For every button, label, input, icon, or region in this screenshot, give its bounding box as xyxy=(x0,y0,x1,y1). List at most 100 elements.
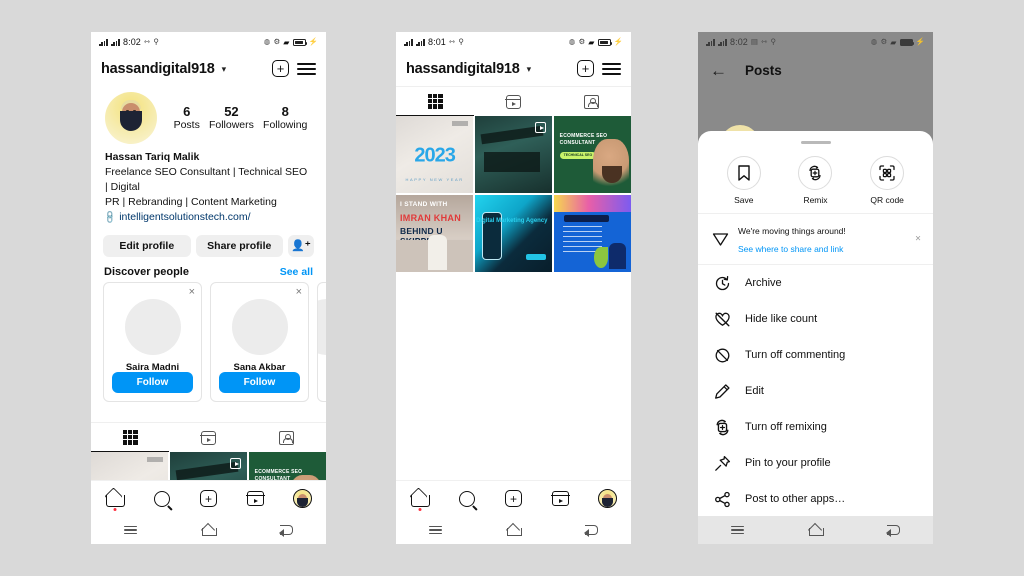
battery-icon xyxy=(597,38,613,46)
stat-followers[interactable]: 52 Followers xyxy=(209,104,254,132)
avatar-icon xyxy=(598,489,617,508)
back-arrow-icon[interactable]: ← xyxy=(710,62,727,79)
nav-search[interactable] xyxy=(457,489,477,509)
home-outline-icon[interactable] xyxy=(808,525,824,536)
post-thumbnail[interactable]: ECOMMERCE SEO CONSULTANT TECHNICAL SEO xyxy=(553,116,631,194)
posts-header: ← Posts xyxy=(698,52,933,88)
profile-tabs xyxy=(91,422,326,452)
post-thumbnail[interactable] xyxy=(474,116,553,194)
quick-action-save[interactable]: Save xyxy=(726,156,761,205)
hamburger-icon[interactable] xyxy=(297,62,316,76)
signal-bars-icon xyxy=(99,38,108,46)
menu-item-post-to-other-apps[interactable]: Post to other apps… xyxy=(698,481,933,517)
nav-profile[interactable] xyxy=(293,489,313,509)
create-post-button[interactable]: + xyxy=(272,59,291,79)
stat-posts[interactable]: 6 Posts xyxy=(174,104,200,132)
post-thumbnail[interactable]: Digital Marketing Agency xyxy=(474,194,553,273)
tab-tagged[interactable] xyxy=(248,423,326,452)
tab-reels[interactable] xyxy=(474,87,552,116)
plus-box-icon: + xyxy=(272,59,289,77)
menu-item-hide-like-count[interactable]: Hide like count xyxy=(698,301,933,337)
post-thumbnail[interactable] xyxy=(553,194,631,273)
display-name: Hassan Tariq Malik xyxy=(105,151,200,163)
app-header: hassandigital918 ▾ + xyxy=(396,52,631,86)
qr-code-icon xyxy=(870,156,905,190)
system-navigation-bar xyxy=(698,516,933,544)
status-bar: 8:02 ⇿ ⚲ ◍ ⚙ ▰ ⚡ xyxy=(91,32,326,52)
hamburger-icon[interactable] xyxy=(602,62,621,76)
avatar[interactable] xyxy=(105,92,157,144)
nav-reels[interactable] xyxy=(246,489,266,509)
tab-tagged[interactable] xyxy=(553,87,631,116)
battery-icon xyxy=(899,38,915,46)
profile-website-link[interactable]: 🔗 intelligentsolutionstech.com/ xyxy=(103,210,312,226)
post-thumbnail[interactable] xyxy=(169,452,248,480)
profile-username[interactable]: hassandigital918 xyxy=(101,61,215,77)
grid-icon xyxy=(122,429,138,445)
list-item[interactable]: × Saira Madni Follows you Follow xyxy=(103,281,202,402)
menu-item-label: Archive xyxy=(745,277,782,289)
list-item[interactable]: × Sana Akbar Follows you Follow xyxy=(210,281,309,402)
recents-icon[interactable] xyxy=(123,525,137,535)
post-thumbnail[interactable]: I STAND WITH IMRAN KHAN BEHIND U SKIPPER xyxy=(396,194,474,273)
recents-icon[interactable] xyxy=(730,525,744,535)
following-label: Following xyxy=(263,119,308,132)
plus-box-icon: + xyxy=(577,59,594,77)
nav-search[interactable] xyxy=(152,489,172,509)
stat-following[interactable]: 8 Following xyxy=(263,103,308,132)
share-link-banner[interactable]: We're moving things around! See where to… xyxy=(698,213,933,265)
recents-icon[interactable] xyxy=(428,525,442,535)
tagged-icon xyxy=(279,430,295,445)
alarm-icon: ⚲ xyxy=(770,37,777,47)
menu-item-edit[interactable]: Edit xyxy=(698,373,933,409)
close-icon[interactable]: × xyxy=(915,234,921,245)
menu-item-archive[interactable]: Archive xyxy=(698,265,933,301)
nav-create[interactable]: + xyxy=(199,489,219,509)
post-thumbnail[interactable]: ECOMMERCE SEO CONSULTANT TECHNICAL SEO xyxy=(248,452,326,480)
back-arrow-icon[interactable] xyxy=(886,525,901,537)
banner-line-2[interactable]: See where to share and link xyxy=(738,244,843,254)
back-arrow-icon[interactable] xyxy=(584,525,599,537)
list-item[interactable] xyxy=(317,281,326,402)
menu-item-turn-off-remixing[interactable]: Turn off remixing xyxy=(698,409,933,445)
chevron-down-icon[interactable]: ▾ xyxy=(222,64,227,75)
reels-icon xyxy=(551,491,570,506)
nav-create[interactable]: + xyxy=(504,489,524,509)
back-arrow-icon[interactable] xyxy=(279,525,294,537)
follow-button[interactable]: Follow xyxy=(112,371,193,393)
wifi-icon: ▰ xyxy=(283,37,290,47)
see-all-link[interactable]: See all xyxy=(280,266,313,278)
status-bar: 8:01 ⇿ ⚲ ◍ ⚙ ▰ ⚡ xyxy=(396,32,631,52)
reels-icon xyxy=(505,94,522,109)
home-outline-icon[interactable] xyxy=(201,525,217,536)
add-person-icon[interactable]: 👤⁺ xyxy=(288,234,314,257)
discover-people-carousel[interactable]: × Saira Madni Follows you Follow × Sana … xyxy=(91,281,326,402)
nav-reels[interactable] xyxy=(551,489,571,509)
following-count: 8 xyxy=(281,103,289,119)
quick-action-qr[interactable]: QR code xyxy=(870,156,905,205)
close-icon[interactable]: × xyxy=(296,286,302,298)
create-post-button[interactable]: + xyxy=(577,59,596,79)
post-thumbnail[interactable]: 2023 xyxy=(91,452,169,480)
quick-action-label: Remix xyxy=(803,195,828,205)
profile-username[interactable]: hassandigital918 xyxy=(406,61,520,77)
close-icon[interactable]: × xyxy=(189,286,195,298)
pin-icon xyxy=(713,454,731,472)
chevron-down-icon[interactable]: ▾ xyxy=(527,64,532,75)
tab-grid[interactable] xyxy=(396,87,475,116)
nav-home[interactable] xyxy=(410,489,430,511)
play-icon xyxy=(535,122,547,133)
follow-button[interactable]: Follow xyxy=(219,371,300,393)
avatar xyxy=(124,298,181,355)
nav-home[interactable] xyxy=(105,489,125,511)
home-outline-icon[interactable] xyxy=(506,525,522,536)
quick-action-remix[interactable]: Remix xyxy=(798,156,833,205)
menu-item-pin-to-profile[interactable]: Pin to your profile xyxy=(698,445,933,481)
tab-grid[interactable] xyxy=(91,423,170,452)
edit-profile-button[interactable]: Edit profile xyxy=(103,234,191,257)
menu-item-turn-off-commenting[interactable]: Turn off commenting xyxy=(698,337,933,373)
nav-profile[interactable] xyxy=(598,489,618,509)
share-profile-button[interactable]: Share profile xyxy=(195,234,283,257)
post-thumbnail[interactable]: 2023 HAPPY NEW YEAR xyxy=(396,116,474,194)
tab-reels[interactable] xyxy=(169,423,247,452)
